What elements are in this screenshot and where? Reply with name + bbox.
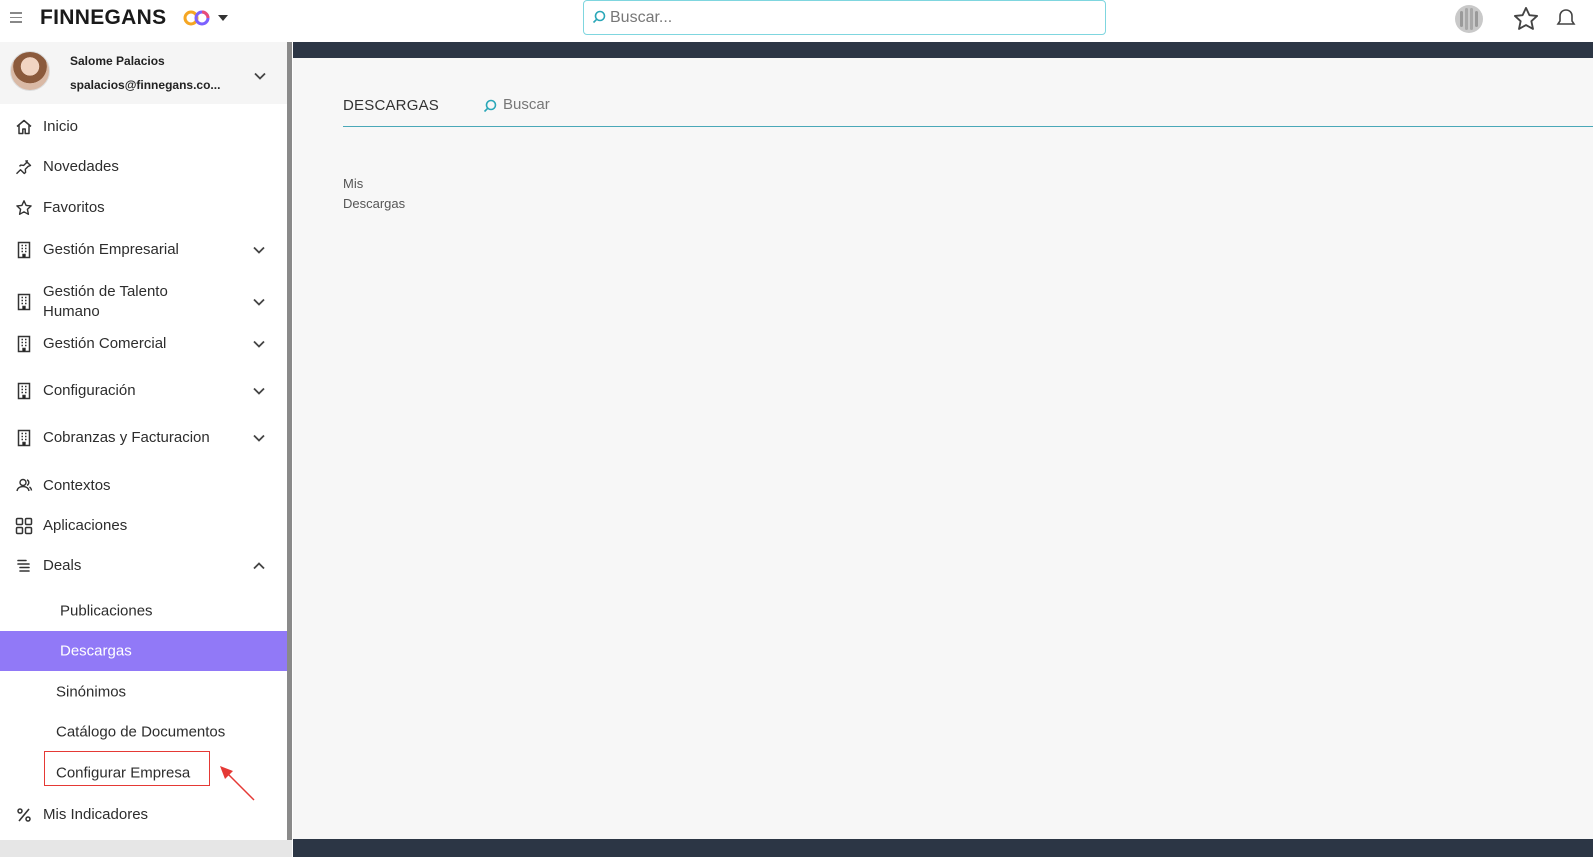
list-stack-icon	[17, 559, 30, 572]
brand-caret-icon[interactable]	[218, 15, 228, 21]
grid-apps-icon	[15, 517, 33, 535]
sidebar-item-label: Gestión de Talento Humano	[43, 283, 168, 320]
sidebar: Salome Palacios spalacios@finnegans.co..…	[0, 42, 288, 857]
avatar	[10, 51, 50, 91]
favorites-star-icon[interactable]	[1512, 5, 1540, 33]
sidebar-item-gestion-comercial[interactable]: Gestión Comercial	[0, 324, 288, 364]
chevron-up-icon[interactable]	[253, 562, 265, 570]
user-email: spalacios@finnegans.co...	[70, 78, 221, 92]
sidebar-item-gestion-empresarial[interactable]: Gestión Empresarial	[0, 230, 288, 270]
notifications-bell-icon[interactable]	[1556, 8, 1576, 30]
sidebar-item-novedades[interactable]: Novedades	[0, 147, 288, 187]
sidebar-item-deals[interactable]: Deals	[0, 546, 288, 586]
sidebar-item-label: Configuración	[43, 382, 136, 399]
sidebar-item-label: Aplicaciones	[43, 517, 128, 534]
search-icon	[483, 99, 497, 113]
page-divider	[343, 126, 1593, 127]
top-bar: FINNEGANS	[0, 0, 1593, 42]
app-badge-icon[interactable]	[1452, 4, 1486, 34]
user-name: Salome Palacios	[70, 54, 165, 68]
annotation-arrow-icon	[220, 766, 255, 801]
global-search-input[interactable]	[610, 5, 1090, 30]
sidebar-item-label: Mis Indicadores	[43, 806, 149, 823]
sidebar-item-label: Contextos	[43, 477, 111, 494]
menu-icon[interactable]	[10, 12, 22, 24]
sidebar-subitem-label: Sinónimos	[56, 683, 127, 701]
sidebar-item-label: Cobranzas y Facturacion	[43, 429, 210, 446]
sidebar-subitem-label: Catálogo de Documentos	[56, 723, 226, 741]
brand-logo-icon	[183, 10, 210, 26]
section-label-mis-descargas[interactable]: Mis Descargas	[343, 174, 423, 214]
user-profile[interactable]: Salome Palacios spalacios@finnegans.co..…	[0, 42, 288, 104]
building-icon	[17, 293, 31, 311]
star-icon	[16, 200, 32, 215]
percent-icon	[17, 808, 31, 822]
sidebar-item-gestion-talento-humano[interactable]: Gestión de Talento Humano	[0, 277, 288, 327]
main-bottom-bar	[293, 839, 1593, 857]
chevron-down-icon[interactable]	[253, 340, 265, 348]
brand-name[interactable]: FINNEGANS	[40, 6, 166, 30]
sidebar-scrollbar[interactable]	[287, 42, 292, 842]
main-content: DESCARGAS Buscar Mis Descargas	[293, 42, 1593, 857]
chevron-down-icon[interactable]	[253, 387, 265, 395]
page-title: DESCARGAS	[343, 97, 439, 114]
pin-icon	[16, 159, 32, 175]
chevron-down-icon[interactable]	[253, 246, 265, 254]
sidebar-footer	[0, 840, 292, 857]
sidebar-item-label: Novedades	[43, 158, 119, 175]
annotation-highlight-box	[44, 751, 210, 786]
sidebar-item-label: Favoritos	[43, 199, 105, 216]
chevron-down-icon[interactable]	[253, 298, 265, 306]
building-icon	[17, 382, 31, 400]
sidebar-item-label: Deals	[43, 557, 82, 574]
building-icon	[17, 241, 31, 259]
sidebar-subitem-catalogo-documentos[interactable]: Catálogo de Documentos	[0, 712, 288, 752]
global-search[interactable]	[583, 0, 1106, 35]
sidebar-item-cobranzas-facturacion[interactable]: Cobranzas y Facturacion	[0, 418, 288, 458]
sidebar-subitem-publicaciones[interactable]: Publicaciones	[0, 591, 288, 631]
sidebar-item-label: Inicio	[43, 118, 79, 135]
sidebar-item-contextos[interactable]: Contextos	[0, 466, 288, 506]
sidebar-subitem-label: Descargas	[60, 642, 132, 660]
sidebar-item-favoritos[interactable]: Favoritos	[0, 188, 288, 228]
sidebar-item-label: Gestión Comercial	[43, 335, 167, 352]
sidebar-item-aplicaciones[interactable]: Aplicaciones	[0, 506, 288, 546]
building-icon	[17, 335, 31, 353]
sidebar-subitem-sinonimos[interactable]: Sinónimos	[0, 672, 288, 712]
chevron-down-icon[interactable]	[254, 72, 266, 80]
page-search-label: Buscar	[503, 96, 550, 113]
home-icon	[16, 119, 32, 135]
sidebar-subitem-label: Publicaciones	[60, 602, 153, 620]
users-icon	[16, 478, 33, 492]
chevron-down-icon[interactable]	[253, 434, 265, 442]
sidebar-item-label: Gestión Empresarial	[43, 241, 179, 258]
building-icon	[17, 429, 31, 447]
sidebar-item-inicio[interactable]: Inicio	[0, 107, 288, 147]
sidebar-subitem-descargas[interactable]: Descargas	[0, 631, 288, 671]
sidebar-item-configuracion[interactable]: Configuración	[0, 371, 288, 411]
main-top-bar	[293, 42, 1593, 58]
search-icon	[592, 10, 606, 24]
